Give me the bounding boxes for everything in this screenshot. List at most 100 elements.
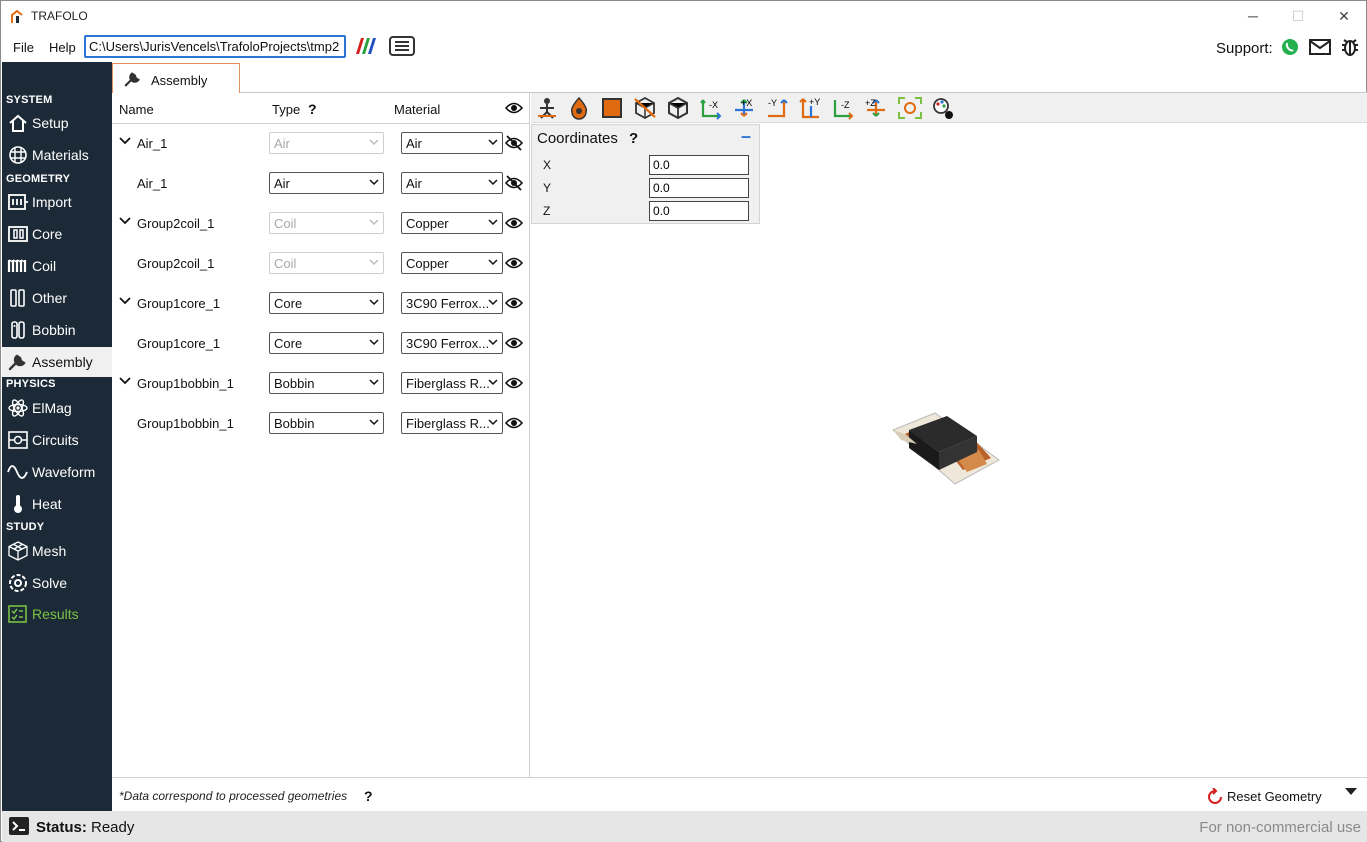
table-row[interactable]: Group1core_1 Core 3C90 Ferrox...	[112, 284, 530, 324]
row-name: Group2coil_1	[137, 256, 215, 271]
axis-label: +Z	[865, 98, 876, 108]
sidebar-item-other[interactable]: Other	[2, 283, 112, 313]
axis-label: +X	[741, 98, 752, 108]
view-minus-z-icon[interactable]: -Z	[830, 96, 856, 120]
eye-icon[interactable]	[505, 375, 523, 391]
material-dropdown[interactable]: Fiberglass R...	[401, 372, 503, 394]
table-row[interactable]: Group1bobbin_1 Bobbin Fiberglass R...	[112, 364, 530, 404]
menu-help[interactable]: Help	[49, 40, 76, 55]
mail-icon[interactable]	[1309, 38, 1331, 56]
chevron-down-icon[interactable]	[119, 217, 131, 225]
eye-off-icon[interactable]	[505, 175, 523, 191]
view-plus-z-icon[interactable]: +Z	[863, 96, 889, 120]
type-dropdown[interactable]: Core	[269, 292, 384, 314]
view-minus-y-icon[interactable]: -Y	[764, 96, 790, 120]
table-row[interactable]: Group1bobbin_1 Bobbin Fiberglass R...	[112, 404, 530, 444]
material-dropdown[interactable]: 3C90 Ferrox...	[401, 332, 503, 354]
collapse-button[interactable]: –	[741, 126, 751, 147]
sidebar-item-setup[interactable]: Setup	[2, 108, 112, 138]
reset-geometry-button[interactable]: Reset Geometry	[1207, 786, 1337, 808]
eye-off-icon[interactable]	[505, 135, 523, 151]
material-dropdown[interactable]: Copper	[401, 252, 503, 274]
chevron-down-icon	[488, 259, 498, 266]
view-plus-y-icon[interactable]: +Y	[797, 96, 823, 120]
sidebar-item-solve[interactable]: Solve	[2, 568, 112, 598]
sidebar-item-materials[interactable]: Materials	[2, 140, 112, 170]
coordinates-help-icon[interactable]: ?	[629, 130, 638, 147]
bug-icon[interactable]	[1340, 37, 1360, 57]
sidebar-item-label: Heat	[32, 496, 62, 512]
view-minus-x-icon[interactable]: -X	[698, 96, 724, 120]
eye-icon[interactable]	[505, 295, 523, 311]
material-dropdown[interactable]: 3C90 Ferrox...	[401, 292, 503, 314]
note-help-icon[interactable]: ?	[364, 788, 373, 804]
sidebar-item-heat[interactable]: Heat	[2, 489, 112, 519]
material-dropdown[interactable]: Air	[401, 132, 503, 154]
eye-icon[interactable]	[505, 415, 523, 431]
x-field[interactable]	[649, 155, 749, 175]
hide-selected-icon[interactable]	[632, 96, 658, 120]
type-dropdown[interactable]: Bobbin	[269, 412, 384, 434]
material-drop-icon[interactable]	[566, 96, 592, 120]
solid-square-icon[interactable]	[599, 96, 625, 120]
sidebar-item-label: Assembly	[32, 354, 93, 370]
material-dropdown[interactable]: Fiberglass R...	[401, 412, 503, 434]
terminal-icon[interactable]	[8, 816, 30, 836]
table-row[interactable]: Group1core_1 Core 3C90 Ferrox...	[112, 324, 530, 364]
tab-assembly[interactable]: Assembly	[112, 63, 240, 93]
material-dropdown[interactable]: Air	[401, 172, 503, 194]
eye-icon[interactable]	[505, 215, 523, 231]
y-field[interactable]	[649, 178, 749, 198]
palette-icon[interactable]	[930, 96, 956, 120]
sidebar-item-circuits[interactable]: Circuits	[2, 425, 112, 455]
license-note: For non-commercial use	[1199, 819, 1361, 836]
paraview-icon[interactable]	[352, 37, 378, 55]
chevron-down-icon[interactable]	[119, 137, 131, 145]
menu-file[interactable]: File	[13, 40, 34, 55]
type-dropdown[interactable]: Air	[269, 172, 384, 194]
table-row[interactable]: Group2coil_1 Coil Copper	[112, 204, 530, 244]
sidebar-item-elmag[interactable]: ElMag	[2, 393, 112, 423]
z-field[interactable]	[649, 201, 749, 221]
material-dropdown[interactable]: Copper	[401, 212, 503, 234]
coordinates-title: Coordinates	[537, 130, 618, 147]
caret-down-icon[interactable]	[1344, 787, 1358, 797]
dropdown-value: Coil	[274, 256, 297, 271]
table-row[interactable]: Group2coil_1 Coil Copper	[112, 244, 530, 284]
view-plus-x-icon[interactable]: +X	[731, 96, 757, 120]
dropdown-value: Air	[274, 136, 290, 151]
maximize-button[interactable]: ☐	[1286, 5, 1310, 27]
eye-icon[interactable]	[505, 101, 523, 115]
iso-view-icon[interactable]	[665, 96, 691, 120]
project-path-input[interactable]	[84, 35, 346, 58]
sidebar-item-mesh[interactable]: Mesh	[2, 536, 112, 566]
close-button[interactable]: ✕	[1332, 5, 1356, 27]
sidebar-item-assembly[interactable]: Assembly	[2, 347, 112, 377]
sidebar-item-results[interactable]: Results	[2, 599, 112, 629]
sidebar-item-waveform[interactable]: Waveform	[2, 457, 112, 487]
eye-icon[interactable]	[505, 335, 523, 351]
type-help-icon[interactable]: ?	[308, 101, 317, 117]
sine-icon	[7, 465, 28, 479]
bottom-bar: *Data correspond to processed geometries…	[112, 777, 1367, 811]
type-dropdown[interactable]: Core	[269, 332, 384, 354]
table-row[interactable]: Air_1 Air Air	[112, 124, 530, 164]
salome-icon[interactable]	[389, 36, 415, 56]
sidebar-item-label: Mesh	[32, 543, 67, 559]
sidebar-item-core[interactable]: Core	[2, 219, 112, 249]
chevron-down-icon[interactable]	[119, 297, 131, 305]
fit-view-icon[interactable]	[897, 96, 923, 120]
pick-icon[interactable]	[534, 96, 560, 120]
table-row[interactable]: Air_1 Air Air	[112, 164, 530, 204]
minimize-button[interactable]: ─	[1241, 5, 1265, 27]
type-dropdown[interactable]: Bobbin	[269, 372, 384, 394]
whatsapp-icon[interactable]	[1281, 38, 1299, 56]
dropdown-value: Copper	[406, 256, 449, 271]
chevron-down-icon	[369, 259, 379, 266]
chevron-down-icon[interactable]	[119, 377, 131, 385]
transformer-model[interactable]	[891, 408, 1003, 488]
sidebar-item-import[interactable]: Import	[2, 187, 112, 217]
sidebar-item-coil[interactable]: Coil	[2, 251, 112, 281]
eye-icon[interactable]	[505, 255, 523, 271]
sidebar-item-bobbin[interactable]: Bobbin	[2, 315, 112, 345]
